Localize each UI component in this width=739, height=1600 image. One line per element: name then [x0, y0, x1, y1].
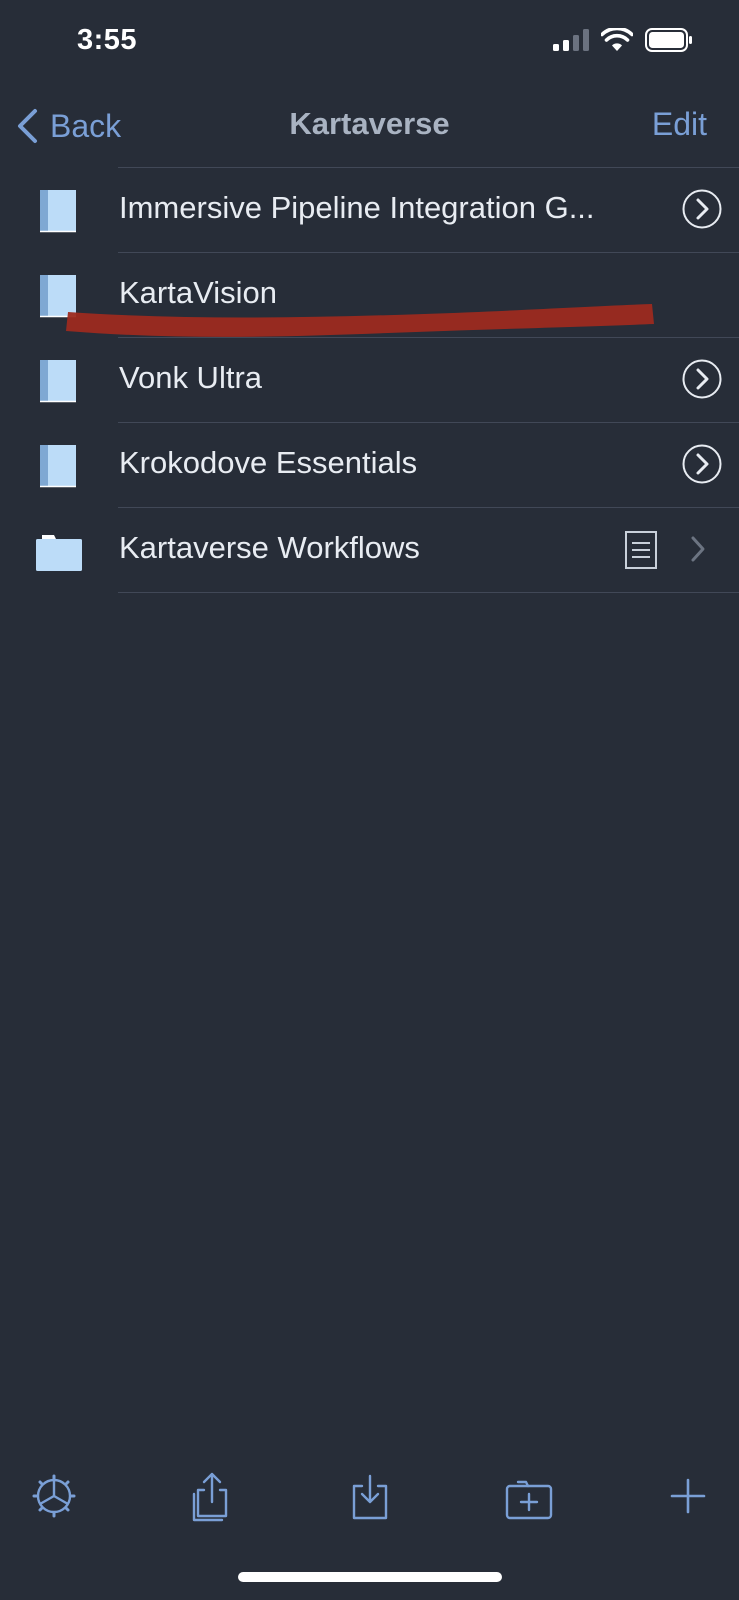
share-icon[interactable] [188, 1470, 236, 1522]
list-item-label: Kartaverse Workflows [119, 530, 420, 565]
bottom-toolbar [0, 1470, 739, 1530]
folder-icon [36, 535, 82, 571]
disclosure-circle-icon[interactable] [682, 359, 722, 399]
list-item-label: Vonk Ultra [119, 360, 263, 395]
list-item[interactable]: Kartaverse Workflows [0, 508, 739, 593]
navigation-bar: Back Kartaverse Edit [0, 86, 739, 166]
list-item-label: Immersive Pipeline Integration G... [119, 190, 595, 225]
disclosure-circle-icon[interactable] [682, 444, 722, 484]
chevron-right-icon [691, 536, 705, 562]
book-icon [40, 360, 76, 403]
edit-button[interactable]: Edit [652, 106, 707, 143]
list-item[interactable]: Immersive Pipeline Integration G... [0, 168, 739, 253]
redaction-marker-stroke [66, 304, 654, 337]
disclosure-circle-icon[interactable] [682, 189, 722, 229]
list-item-label: Krokodove Essentials [119, 445, 418, 480]
book-icon [40, 190, 76, 233]
import-icon[interactable] [346, 1470, 394, 1522]
document-icon [625, 531, 657, 569]
list-item[interactable]: Vonk Ultra [0, 338, 739, 423]
cellular-signal-icon [553, 29, 589, 51]
wifi-icon [601, 28, 633, 51]
settings-gear-icon[interactable] [30, 1470, 78, 1522]
book-icon [40, 445, 76, 488]
status-icons [553, 28, 693, 52]
status-time: 3:55 [77, 24, 138, 56]
page-title: Kartaverse [289, 106, 450, 141]
status-bar: 3:55 [0, 0, 739, 86]
new-folder-icon[interactable] [504, 1470, 554, 1522]
add-icon[interactable] [664, 1470, 712, 1522]
home-indicator [238, 1572, 502, 1582]
divider [118, 592, 739, 593]
list-item[interactable]: Krokodove Essentials [0, 423, 739, 508]
battery-icon [645, 28, 692, 52]
